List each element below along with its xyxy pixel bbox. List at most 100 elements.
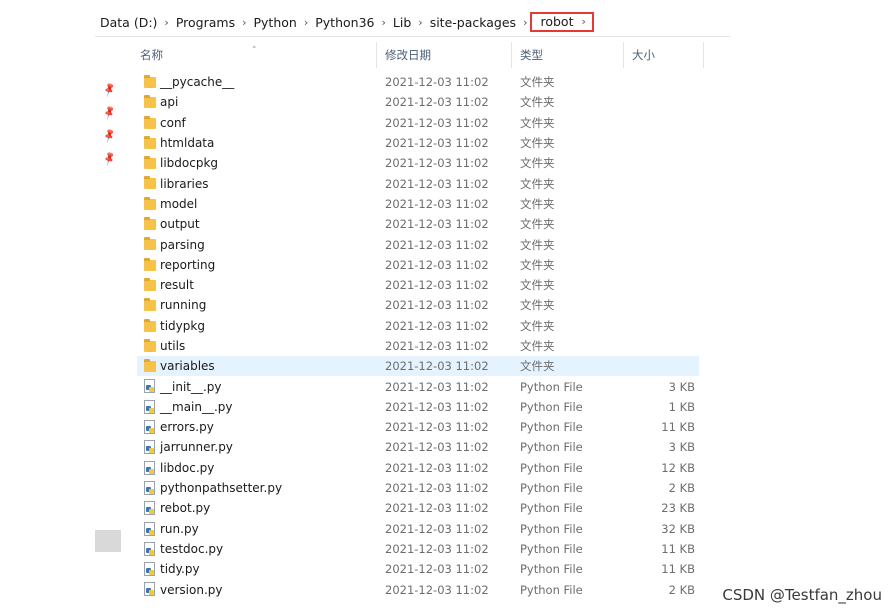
file-name: testdoc.py (160, 541, 224, 556)
breadcrumb-item-drive[interactable]: Data (D:) (100, 15, 157, 30)
file-date: 2021-12-03 11:02 (385, 176, 489, 191)
folder-row[interactable]: parsing 2021-12-03 11:02 文件夹 (137, 234, 699, 254)
file-type: Python File (520, 379, 583, 394)
file-date: 2021-12-03 11:02 (385, 420, 489, 435)
file-list: __pycache__ 2021-12-03 11:02 文件夹 api 2021-12… (137, 72, 699, 600)
python-file-icon (142, 440, 156, 455)
folder-row[interactable]: output 2021-12-03 11:02 文件夹 (137, 214, 699, 234)
file-type: 文件夹 (520, 339, 555, 353)
file-row[interactable]: testdoc.py 2021-12-03 11:02 Python File 11 … (137, 539, 699, 559)
folder-row[interactable]: libraries 2021-12-03 11:02 文件夹 (137, 173, 699, 193)
folder-row[interactable]: libdocpkg 2021-12-03 11:02 文件夹 (137, 153, 699, 173)
file-type: Python File (520, 481, 583, 496)
folder-row[interactable]: result 2021-12-03 11:02 文件夹 (137, 275, 699, 295)
folder-icon (142, 95, 156, 109)
file-date: 2021-12-03 11:02 (385, 196, 489, 211)
file-date: 2021-12-03 11:02 (385, 257, 489, 272)
file-row[interactable]: rebot.py 2021-12-03 11:02 Python File 23 KB (137, 498, 699, 518)
file-row[interactable]: jarrunner.py 2021-12-03 11:02 Python File 3… (137, 437, 699, 457)
sort-ascending-icon: ˄ (252, 46, 257, 56)
folder-icon (142, 75, 156, 89)
folder-icon (142, 277, 156, 292)
file-name: version.py (160, 582, 223, 597)
folder-icon (142, 217, 156, 231)
file-name: reporting (160, 257, 216, 272)
column-header-date[interactable]: 修改日期 (377, 42, 512, 68)
file-type: Python File (520, 582, 583, 597)
file-name: libraries (160, 176, 209, 191)
file-name: api (160, 95, 179, 110)
folder-row[interactable]: variables 2021-12-03 11:02 文件夹 (137, 356, 699, 377)
file-type: 文件夹 (520, 136, 555, 151)
file-name: parsing (160, 237, 205, 252)
breadcrumb-item-site-packages[interactable]: site-packages (430, 15, 516, 30)
chevron-right-icon[interactable]: › (581, 14, 585, 30)
folder-icon (142, 338, 156, 353)
file-date: 2021-12-03 11:02 (385, 541, 489, 556)
file-row[interactable]: libdoc.py 2021-12-03 11:02 Python File 12 K… (137, 458, 699, 478)
column-header-name[interactable]: ˄ 名称 (132, 42, 377, 68)
breadcrumb-item-programs[interactable]: Programs (176, 15, 235, 30)
file-type: 文件夹 (520, 298, 555, 313)
file-type: Python File (520, 541, 583, 556)
column-header-type[interactable]: 类型 (512, 42, 624, 68)
folder-row[interactable]: running 2021-12-03 11:02 文件夹 (137, 295, 699, 315)
file-size: 23 KB (661, 501, 695, 516)
file-row[interactable]: pythonpathsetter.py 2021-12-03 11:02 Pytho… (137, 478, 699, 498)
chevron-right-icon[interactable]: › (242, 16, 246, 29)
column-header-type-label: 类型 (520, 48, 543, 62)
file-name: htmldata (160, 136, 215, 151)
file-date: 2021-12-03 11:02 (385, 501, 489, 516)
chevron-right-icon[interactable]: › (164, 16, 168, 29)
file-type: Python File (520, 562, 583, 577)
folder-row[interactable]: api 2021-12-03 11:02 文件夹 (137, 92, 699, 112)
file-type: 文件夹 (520, 237, 555, 252)
file-date: 2021-12-03 11:02 (385, 521, 489, 536)
column-header-size-label: 大小 (632, 48, 655, 62)
file-row[interactable]: tidy.py 2021-12-03 11:02 Python File 11 KB (137, 559, 699, 579)
file-date: 2021-12-03 11:02 (385, 156, 489, 171)
file-date: 2021-12-03 11:02 (385, 359, 489, 374)
python-file-icon (142, 501, 156, 516)
python-file-icon (142, 521, 156, 536)
watermark: CSDN @Testfan_zhou (722, 586, 882, 604)
file-size: 1 KB (668, 399, 695, 414)
breadcrumb-item-current[interactable]: robot › (530, 12, 594, 32)
folder-row[interactable]: reporting 2021-12-03 11:02 文件夹 (137, 255, 699, 275)
folder-icon (142, 237, 156, 251)
python-file-icon (142, 582, 156, 597)
file-date: 2021-12-03 11:02 (385, 217, 489, 232)
file-row[interactable]: version.py 2021-12-03 11:02 Python File 2 K… (137, 579, 699, 599)
chevron-right-icon[interactable]: › (523, 16, 527, 29)
folder-row[interactable]: model 2021-12-03 11:02 文件夹 (137, 194, 699, 214)
breadcrumb-item-lib[interactable]: Lib (393, 15, 411, 30)
file-row[interactable]: __main__.py 2021-12-03 11:02 Python File 1 … (137, 397, 699, 417)
chevron-right-icon[interactable]: › (304, 16, 308, 29)
folder-row[interactable]: utils 2021-12-03 11:02 文件夹 (137, 336, 699, 356)
folder-icon (142, 156, 156, 170)
file-row[interactable]: __init__.py 2021-12-03 11:02 Python File 3 … (137, 376, 699, 396)
chevron-right-icon[interactable]: › (418, 16, 422, 29)
breadcrumb-item-python36[interactable]: Python36 (315, 15, 374, 30)
breadcrumb-item-python[interactable]: Python (254, 15, 297, 30)
pin-icon[interactable]: 📌 (99, 150, 126, 179)
file-type: 文件夹 (520, 95, 555, 110)
folder-row[interactable]: __pycache__ 2021-12-03 11:02 文件夹 (137, 72, 699, 92)
python-file-icon (142, 541, 156, 556)
file-date: 2021-12-03 11:02 (385, 278, 489, 293)
folder-row[interactable]: tidypkg 2021-12-03 11:02 文件夹 (137, 316, 699, 336)
file-name: run.py (160, 521, 199, 536)
file-row[interactable]: run.py 2021-12-03 11:02 Python File 32 KB (137, 519, 699, 539)
column-header-size[interactable]: 大小 (624, 42, 704, 68)
file-date: 2021-12-03 11:02 (385, 399, 489, 414)
file-date: 2021-12-03 11:02 (385, 582, 489, 597)
file-date: 2021-12-03 11:02 (385, 379, 489, 394)
chevron-right-icon[interactable]: › (382, 16, 386, 29)
file-row[interactable]: errors.py 2021-12-03 11:02 Python File 11 K… (137, 417, 699, 437)
file-name: errors.py (160, 420, 214, 435)
folder-row[interactable]: htmldata 2021-12-03 11:02 文件夹 (137, 133, 699, 153)
file-name: variables (160, 359, 215, 374)
nav-pane-selection[interactable] (95, 530, 121, 552)
folder-row[interactable]: conf 2021-12-03 11:02 文件夹 (137, 113, 699, 133)
file-type: 文件夹 (520, 257, 555, 272)
